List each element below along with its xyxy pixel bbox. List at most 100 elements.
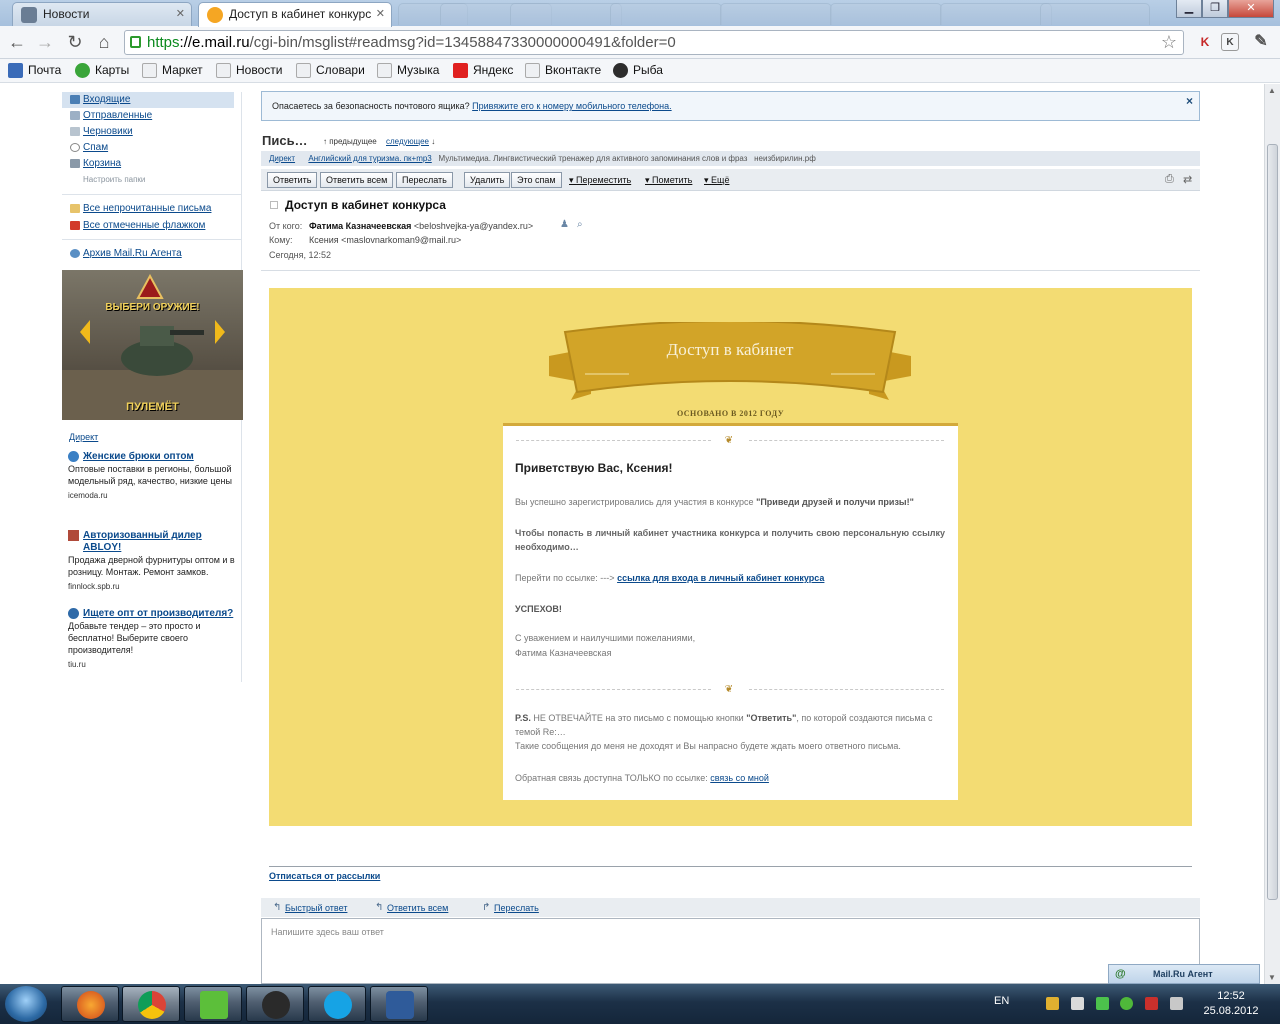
- paragraph: Перейти по ссылке: ---> ссылка для входа…: [515, 573, 825, 583]
- bookmark-star-icon[interactable]: ☆: [1161, 31, 1177, 54]
- forward-button[interactable]: Переслать: [396, 172, 453, 188]
- print-icon[interactable]: ⎙: [1165, 173, 1174, 186]
- search-icon[interactable]: ⌕: [577, 219, 583, 230]
- kaspersky-icon[interactable]: K: [1196, 33, 1214, 51]
- steam-tray-icon[interactable]: [1071, 997, 1084, 1010]
- tray-icon[interactable]: [1096, 997, 1109, 1010]
- bookmark-item[interactable]: Рыба: [613, 63, 663, 78]
- reply-textarea[interactable]: Напишите здесь ваш ответ: [261, 918, 1200, 984]
- minimize-button[interactable]: ▁: [1176, 0, 1202, 18]
- close-window-button[interactable]: ✕: [1228, 0, 1274, 18]
- folder-drafts[interactable]: Черновики: [62, 124, 234, 140]
- taskbar-steam[interactable]: [246, 986, 304, 1022]
- contact-me-link[interactable]: связь со мной: [710, 773, 769, 783]
- spam-button[interactable]: Это спам: [511, 172, 562, 188]
- language-indicator[interactable]: EN: [994, 995, 1009, 1007]
- contact-icon[interactable]: ♟: [560, 219, 569, 230]
- scroll-down-icon[interactable]: ▼: [1268, 973, 1276, 982]
- more-dropdown[interactable]: ▾ Ещё: [704, 175, 729, 186]
- close-icon[interactable]: ×: [1186, 94, 1193, 108]
- sender[interactable]: Фатима Казначеевская <beloshvejka-ya@yan…: [309, 221, 533, 231]
- folder-sent[interactable]: Отправленные: [62, 108, 234, 124]
- flag-checkbox-icon[interactable]: [270, 201, 278, 209]
- bookmark-item[interactable]: Яндекс: [453, 63, 513, 78]
- bookmark-item[interactable]: Музыка: [377, 63, 439, 78]
- ad-block[interactable]: Авторизованный дилер ABLOY! Продажа двер…: [68, 530, 238, 593]
- kaspersky-tray-icon[interactable]: [1145, 997, 1158, 1010]
- taskbar-virtualbox[interactable]: [370, 986, 428, 1022]
- signature: Фатима Казначеевская: [515, 648, 612, 658]
- move-dropdown[interactable]: ▾ Переместить: [569, 175, 631, 186]
- mark-dropdown[interactable]: ▾ Пометить: [645, 175, 692, 186]
- ad-block[interactable]: Ищете опт от производителя? Добавьте тен…: [68, 608, 238, 671]
- start-button[interactable]: [5, 986, 47, 1022]
- bookmark-item[interactable]: Карты: [75, 63, 129, 78]
- agent-archive-link[interactable]: Архив Mail.Ru Агента: [62, 246, 234, 262]
- mailru-agent-bar[interactable]: @ Mail.Ru Агент: [1108, 964, 1260, 984]
- ornament-icon: ❦: [724, 684, 734, 695]
- tray-icon[interactable]: [1046, 997, 1059, 1010]
- flagged-link[interactable]: Все отмеченные флажком: [62, 218, 234, 234]
- bookmark-item[interactable]: Новости: [216, 63, 282, 78]
- maximize-button[interactable]: ❐: [1202, 0, 1228, 18]
- forward-icon[interactable]: →: [34, 31, 56, 53]
- direct-ad-link[interactable]: Английский для туризма. пк+mp3: [308, 154, 431, 163]
- bookmark-item[interactable]: Вконтакте: [525, 63, 601, 78]
- taskbar-chrome[interactable]: [122, 986, 180, 1022]
- background-tab[interactable]: [940, 3, 1052, 25]
- drafts-icon: [70, 127, 80, 136]
- folder-spam[interactable]: Спам: [62, 140, 234, 156]
- forward-link[interactable]: ↱ Переслать: [482, 902, 539, 913]
- background-tab[interactable]: [610, 3, 722, 25]
- prev-message-link[interactable]: ↑ предыдущее: [323, 137, 377, 146]
- clock[interactable]: 12:52 25.08.2012: [1196, 989, 1266, 1019]
- folder-inbox[interactable]: Входящие: [62, 92, 234, 108]
- scroll-thumb[interactable]: [1267, 144, 1278, 900]
- address-bar[interactable]: https://e.mail.ru/cgi-bin/msglist#readms…: [124, 30, 1184, 55]
- network-icon[interactable]: [1170, 997, 1183, 1010]
- scroll-up-icon[interactable]: ▲: [1268, 86, 1276, 95]
- taskbar-app[interactable]: [184, 986, 242, 1022]
- message-date: Сегодня, 12:52: [269, 250, 332, 260]
- wrench-icon[interactable]: ✎: [1252, 33, 1270, 51]
- folder-trash[interactable]: Корзина: [62, 156, 234, 172]
- unread-link[interactable]: Все непрочитанные письма: [62, 201, 234, 217]
- reply-all-link[interactable]: ↰ Ответить всем: [375, 902, 448, 913]
- bookmark-item[interactable]: Маркет: [142, 63, 203, 78]
- background-tab[interactable]: [1040, 3, 1150, 25]
- bookmark-item[interactable]: Почта: [8, 63, 61, 78]
- close-tab-icon[interactable]: ✕: [176, 7, 185, 20]
- tray-icon[interactable]: [1120, 997, 1133, 1010]
- tab-mail[interactable]: Доступ в кабинет конкурс ✕: [198, 2, 392, 27]
- delete-button[interactable]: Удалить: [464, 172, 511, 188]
- background-tab[interactable]: [510, 3, 622, 25]
- bookmark-item[interactable]: Словари: [296, 63, 365, 78]
- taskbar-skype[interactable]: [308, 986, 366, 1022]
- page-scrollbar[interactable]: ▲ ▼: [1264, 84, 1280, 984]
- translate-icon[interactable]: ⇄: [1183, 173, 1192, 186]
- background-tab[interactable]: [720, 3, 832, 25]
- next-message-link[interactable]: следующее ↓: [386, 137, 435, 146]
- feedback-line: Обратная связь доступна ТОЛЬКО по ссылке…: [515, 773, 769, 783]
- extension-icon[interactable]: K: [1221, 33, 1239, 51]
- reply-all-button[interactable]: Ответить всем: [320, 172, 394, 188]
- setup-folders-link[interactable]: Настроить папки: [62, 172, 234, 188]
- ribbon-banner: Доступ в кабинет: [549, 320, 911, 412]
- cabinet-link[interactable]: ссылка для входа в личный кабинет конкур…: [617, 573, 824, 583]
- direct-link[interactable]: Директ: [69, 432, 98, 442]
- tab-news[interactable]: Новости ✕: [12, 2, 192, 26]
- background-tab[interactable]: [830, 3, 942, 25]
- direct-label[interactable]: Директ: [269, 154, 295, 163]
- back-icon[interactable]: ←: [6, 31, 28, 53]
- taskbar-firefox[interactable]: [61, 986, 119, 1022]
- quick-reply-link[interactable]: ↰ Быстрый ответ: [273, 902, 347, 913]
- spam-icon: [70, 143, 80, 152]
- home-icon[interactable]: ⌂: [93, 31, 115, 53]
- reply-button[interactable]: Ответить: [267, 172, 318, 188]
- bind-phone-link[interactable]: Привяжите его к номеру мобильного телефо…: [472, 101, 672, 111]
- reload-icon[interactable]: ↻: [64, 31, 86, 53]
- close-tab-icon[interactable]: ✕: [376, 7, 385, 20]
- unsubscribe-link[interactable]: Отписаться от рассылки: [269, 871, 380, 881]
- ad-block[interactable]: Женские брюки оптом Оптовые поставки в р…: [68, 451, 238, 502]
- game-banner[interactable]: ВЫБЕРИ ОРУЖИЕ! ПУЛЕМЁТ: [62, 270, 243, 420]
